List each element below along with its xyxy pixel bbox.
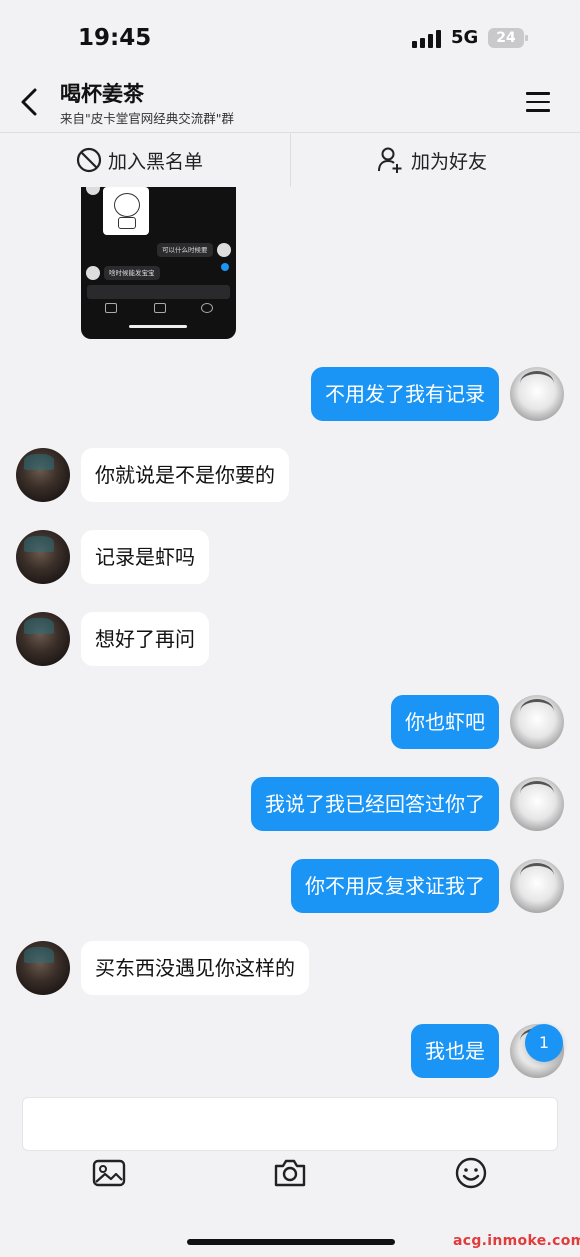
status-bar: 19:45 5G 24 bbox=[0, 0, 580, 72]
unread-badge[interactable]: 1 bbox=[525, 1024, 563, 1062]
message-bubble[interactable]: 我也是 bbox=[411, 1024, 499, 1078]
add-user-icon bbox=[378, 147, 402, 173]
mini-home-indicator bbox=[129, 325, 187, 328]
message-bubble[interactable]: 你也虾吧 bbox=[391, 695, 499, 749]
signal-icon bbox=[412, 30, 442, 48]
composer: acg.inmoke.com bbox=[0, 1085, 580, 1257]
mini-bubble: 可以什么时候要 bbox=[157, 243, 213, 257]
contact-avatar[interactable] bbox=[16, 612, 70, 666]
camera-icon[interactable] bbox=[272, 1155, 308, 1191]
divider bbox=[290, 133, 291, 187]
blacklist-label: 加入黑名单 bbox=[108, 150, 204, 173]
contact-avatar[interactable] bbox=[16, 941, 70, 995]
contact-avatar[interactable] bbox=[16, 530, 70, 584]
emoji-icon[interactable] bbox=[453, 1155, 489, 1191]
watermark: acg.inmoke.com bbox=[453, 1233, 580, 1249]
battery-level: 24 bbox=[496, 30, 516, 46]
sticker-image bbox=[103, 187, 149, 235]
clock: 19:45 bbox=[78, 25, 152, 51]
add-friend-label: 加为好友 bbox=[411, 150, 488, 173]
mini-avatar bbox=[86, 187, 100, 195]
mini-input bbox=[87, 285, 230, 299]
message-bubble[interactable]: 记录是虾吗 bbox=[81, 530, 209, 584]
chat-subtitle: 来自"皮卡堂官网经典交流群"群 bbox=[60, 111, 234, 126]
chat-title: 喝杯姜茶 bbox=[60, 82, 144, 106]
chat-header: 喝杯姜茶 来自"皮卡堂官网经典交流群"群 bbox=[0, 72, 580, 132]
mini-emoji-icon bbox=[201, 303, 213, 313]
screenshot-image[interactable]: 可以什么时候要 啥时候能发宝宝 bbox=[81, 187, 236, 339]
message-bubble[interactable]: 买东西没遇见你这样的 bbox=[81, 941, 309, 995]
blacklist-button[interactable]: 加入黑名单 bbox=[76, 133, 203, 187]
message-bubble[interactable]: 你就说是不是你要的 bbox=[81, 448, 289, 502]
mini-bubble: 啥时候能发宝宝 bbox=[104, 266, 160, 280]
menu-icon[interactable] bbox=[526, 92, 550, 112]
mini-badge bbox=[221, 263, 229, 271]
my-avatar[interactable] bbox=[510, 859, 564, 913]
message-bubble[interactable]: 你不用反复求证我了 bbox=[291, 859, 499, 913]
back-icon[interactable] bbox=[18, 86, 42, 118]
my-avatar[interactable] bbox=[510, 367, 564, 421]
my-avatar[interactable] bbox=[510, 777, 564, 831]
message-bubble[interactable]: 不用发了我有记录 bbox=[311, 367, 499, 421]
home-indicator bbox=[187, 1239, 395, 1245]
action-bar: 加入黑名单 加为好友 bbox=[0, 132, 580, 188]
my-avatar[interactable] bbox=[510, 695, 564, 749]
mini-avatar bbox=[217, 243, 231, 257]
block-icon bbox=[76, 147, 102, 173]
message-bubble[interactable]: 想好了再问 bbox=[81, 612, 209, 666]
mini-image-icon bbox=[105, 303, 117, 313]
message-input[interactable] bbox=[22, 1097, 558, 1151]
chat-area[interactable]: 可以什么时候要 啥时候能发宝宝 不用发了我有记录 你就说是不是你要的 记录是虾吗… bbox=[0, 187, 580, 1085]
network-label: 5G bbox=[451, 27, 479, 48]
add-friend-button[interactable]: 加为好友 bbox=[377, 133, 487, 187]
contact-avatar[interactable] bbox=[16, 448, 70, 502]
message-bubble[interactable]: 我说了我已经回答过你了 bbox=[251, 777, 499, 831]
image-icon[interactable] bbox=[91, 1155, 127, 1191]
mini-camera-icon bbox=[154, 303, 166, 313]
battery-icon: 24 bbox=[488, 28, 528, 48]
mini-avatar bbox=[86, 266, 100, 280]
